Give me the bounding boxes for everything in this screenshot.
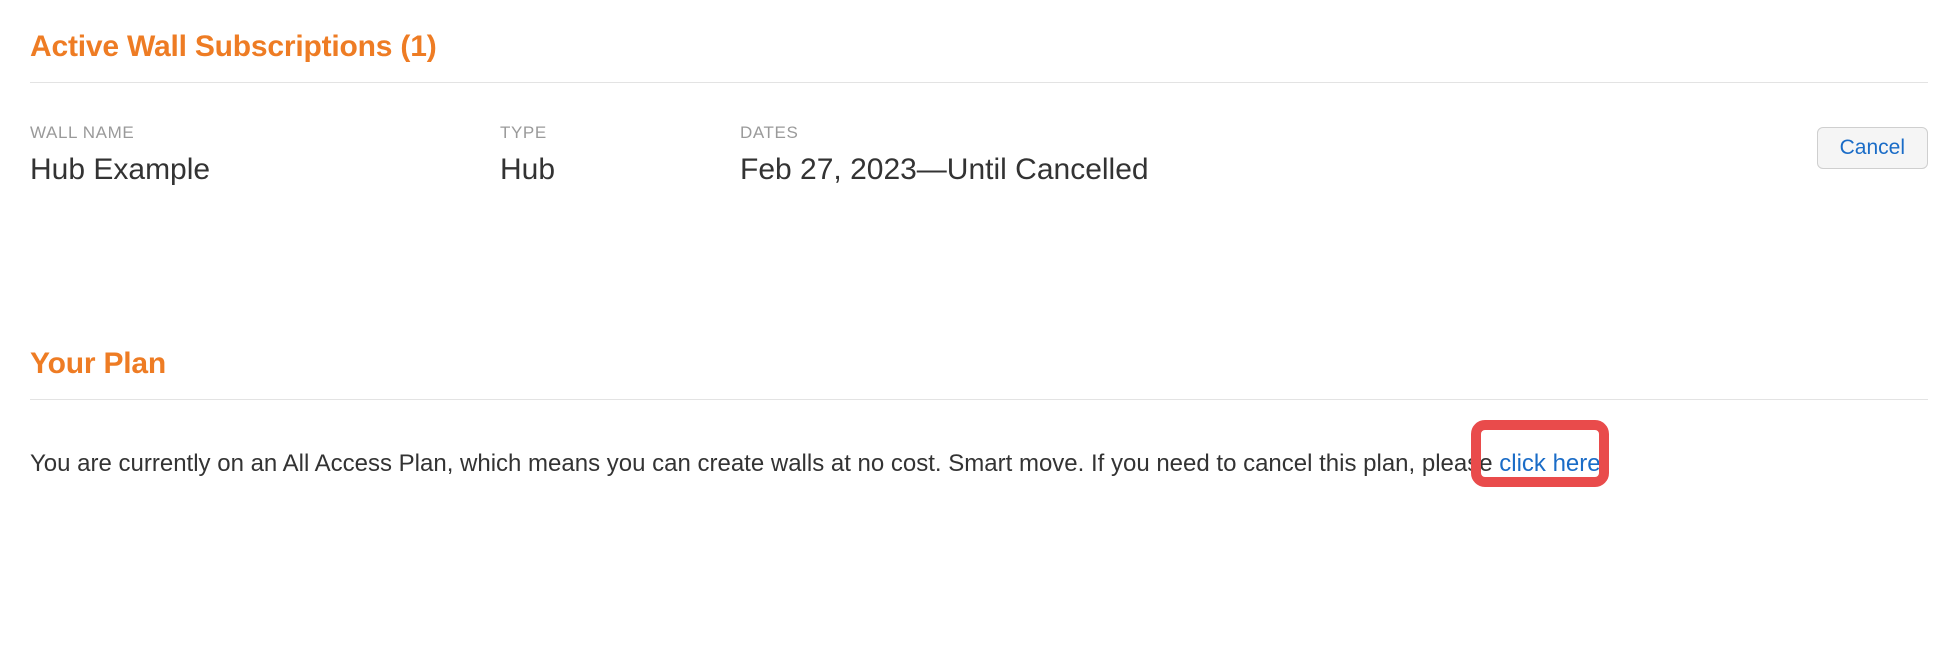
divider (30, 399, 1928, 400)
label-wall-name: WALL NAME (30, 123, 500, 143)
value-type: Hub (500, 153, 740, 187)
value-wall-name: Hub Example (30, 153, 500, 187)
plan-description-suffix: . (1601, 450, 1608, 477)
label-dates: DATES (740, 123, 1817, 143)
active-subscriptions-heading: Active Wall Subscriptions (1) (30, 30, 1928, 64)
value-dates: Feb 27, 2023—Until Cancelled (740, 153, 1817, 187)
label-type: TYPE (500, 123, 740, 143)
cancel-plan-link[interactable]: click here (1499, 450, 1600, 477)
subscription-row: WALL NAME Hub Example TYPE Hub DATES Feb… (30, 83, 1928, 187)
cancel-button[interactable]: Cancel (1817, 127, 1928, 169)
plan-description-text: You are currently on an All Access Plan,… (30, 450, 1499, 477)
your-plan-heading: Your Plan (30, 347, 1928, 381)
